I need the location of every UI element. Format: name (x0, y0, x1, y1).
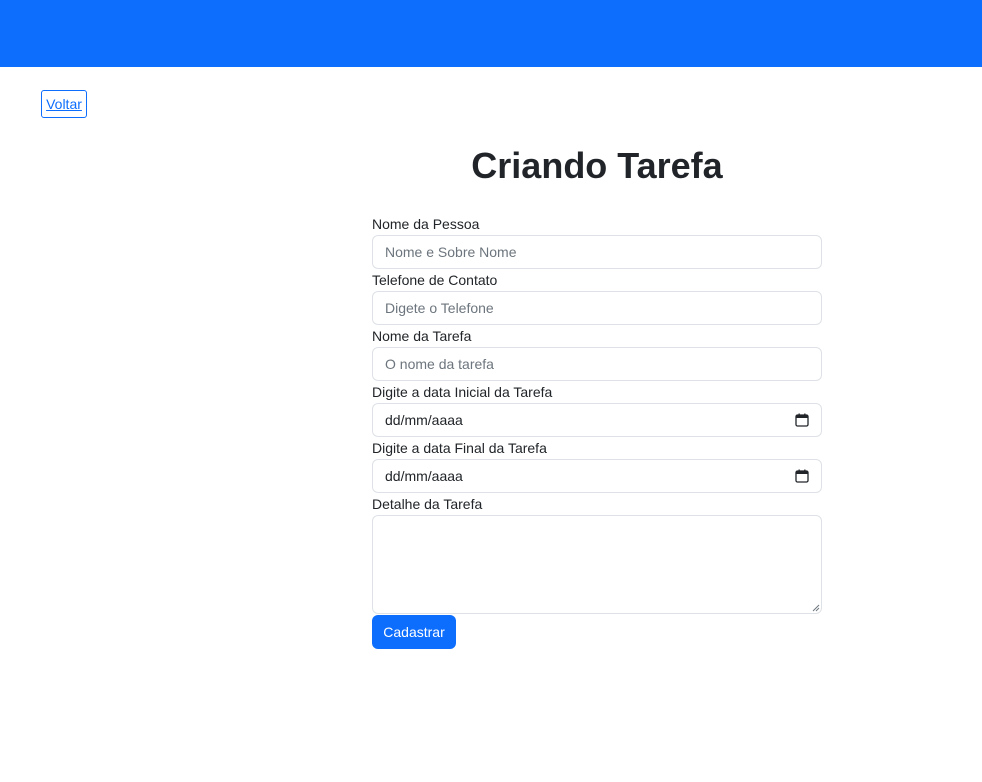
person-name-input[interactable]: Nome e Sobre Nome (372, 235, 822, 269)
calendar-icon[interactable] (795, 413, 809, 427)
page-title: Criando Tarefa (471, 145, 723, 186)
task-detail-textarea[interactable] (372, 515, 822, 614)
resize-handle-icon[interactable] (812, 604, 820, 612)
task-name-label: Nome da Tarefa (372, 328, 472, 344)
start-date-value: dd/mm/aaaa (385, 412, 463, 428)
task-name-input[interactable]: O nome da tarefa (372, 347, 822, 381)
start-date-label: Digite a data Inicial da Tarefa (372, 384, 553, 400)
end-date-value: dd/mm/aaaa (385, 468, 463, 484)
task-detail-label: Detalhe da Tarefa (372, 496, 483, 512)
calendar-icon[interactable] (795, 469, 809, 483)
person-name-placeholder: Nome e Sobre Nome (385, 244, 517, 260)
top-navbar (0, 0, 982, 67)
submit-button[interactable]: Cadastrar (372, 615, 456, 649)
phone-label: Telefone de Contato (372, 272, 498, 288)
phone-placeholder: Digete o Telefone (385, 300, 494, 316)
end-date-label: Digite a data Final da Tarefa (372, 440, 547, 456)
person-name-label: Nome da Pessoa (372, 216, 480, 232)
back-button[interactable]: Voltar (41, 90, 87, 118)
phone-input[interactable]: Digete o Telefone (372, 291, 822, 325)
task-name-placeholder: O nome da tarefa (385, 356, 494, 372)
task-form: Nome da Pessoa Nome e Sobre Nome Telefon… (372, 214, 822, 649)
start-date-input[interactable]: dd/mm/aaaa (372, 403, 822, 437)
end-date-input[interactable]: dd/mm/aaaa (372, 459, 822, 493)
